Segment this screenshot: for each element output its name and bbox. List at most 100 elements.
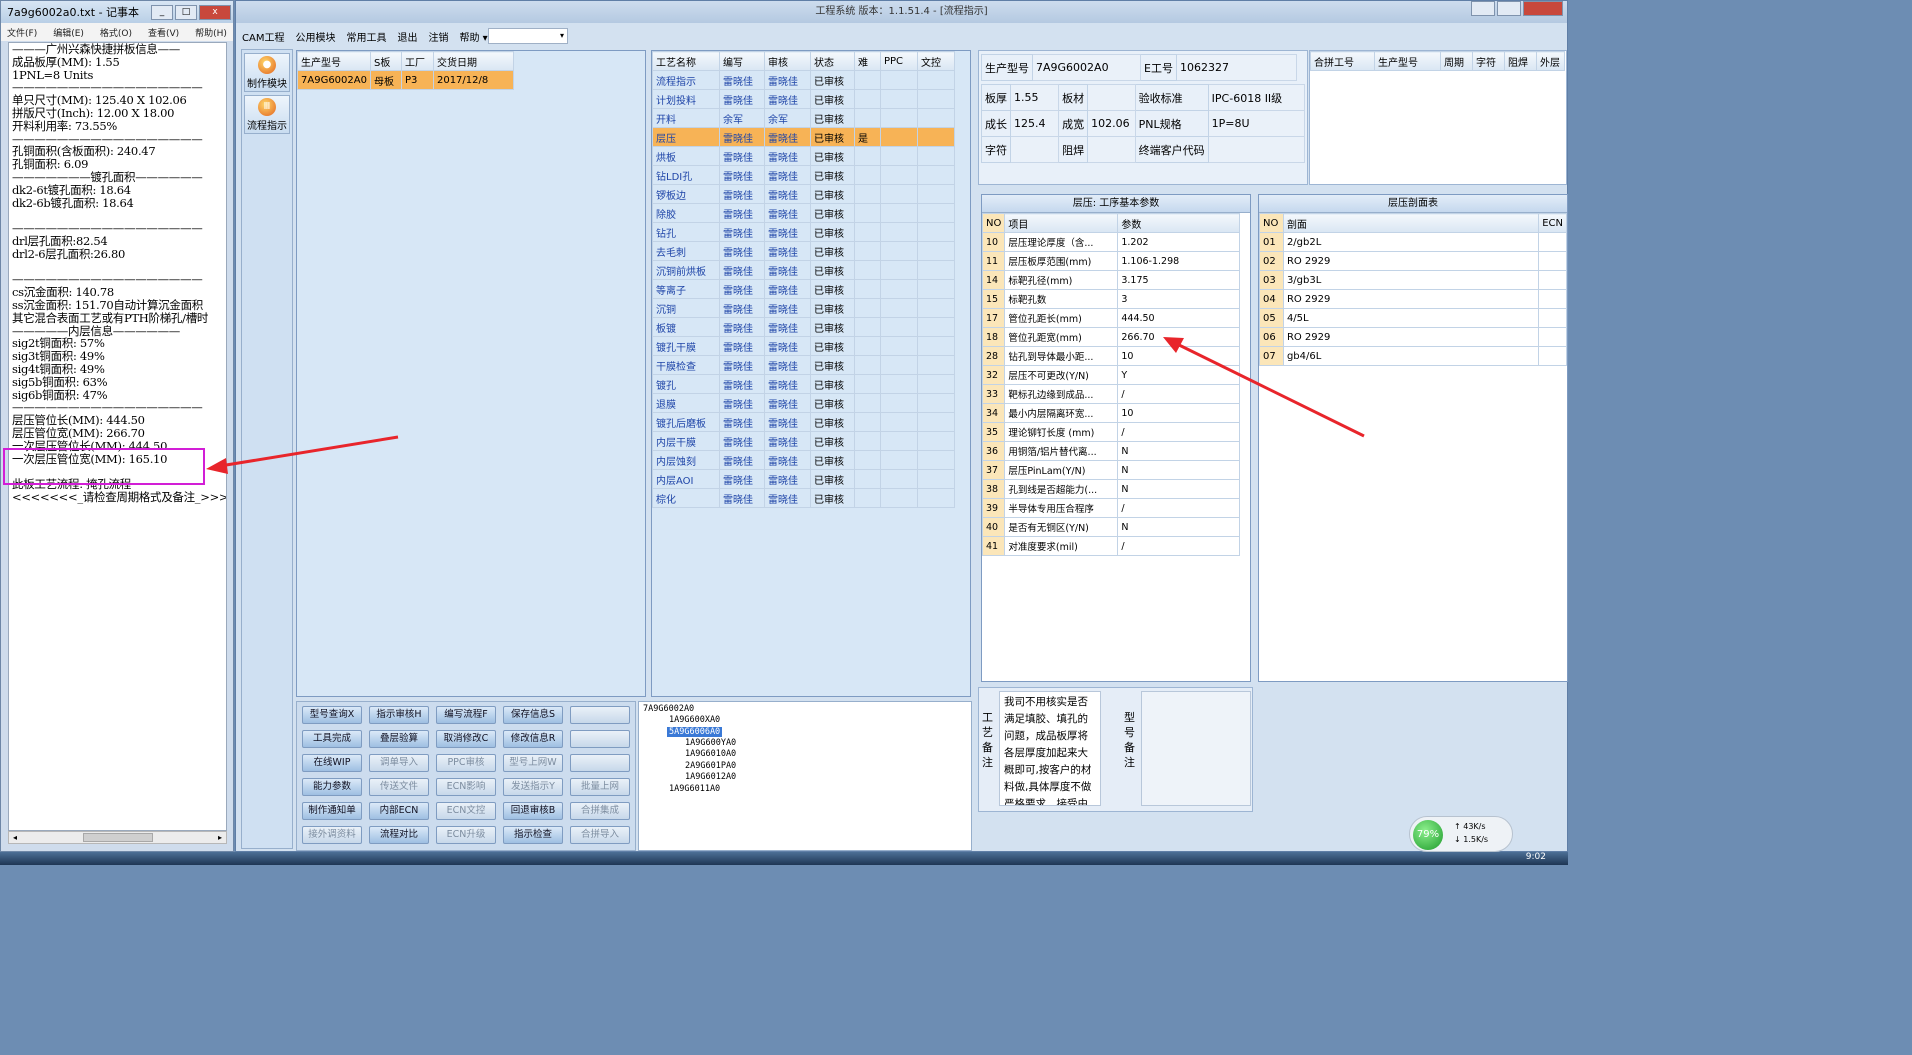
- tree-node-selected[interactable]: 5A9G6006A0: [667, 727, 723, 737]
- network-monitor[interactable]: 79% ↑ 43K/s ↓ 1.5K/s: [1409, 816, 1513, 852]
- table-row[interactable]: 板镀 雷晓佳 雷晓佳 已审核: [652, 317, 955, 337]
- menu-help[interactable]: 帮助 ▾: [459, 29, 487, 44]
- table-row[interactable]: 34 最小内层隔离环宽... 10: [981, 403, 1241, 423]
- col-merge-mask[interactable]: 阻焊: [1504, 51, 1537, 71]
- table-row[interactable]: 内层蚀刻 雷晓佳 雷晓佳 已审核: [652, 450, 955, 470]
- action-button[interactable]: [570, 730, 630, 748]
- action-button[interactable]: ECN影响: [436, 778, 496, 796]
- tree-node[interactable]: 1A9G6012A0: [685, 772, 736, 782]
- model-note-text[interactable]: [1141, 691, 1251, 806]
- table-row[interactable]: 沉铜 雷晓佳 雷晓佳 已审核: [652, 298, 955, 318]
- field-legend[interactable]: [1009, 136, 1060, 163]
- action-button[interactable]: 编写流程F: [436, 706, 496, 724]
- table-row[interactable]: 内层干膜 雷晓佳 雷晓佳 已审核: [652, 431, 955, 451]
- field-pnl-spec[interactable]: 1P=8U: [1207, 110, 1306, 137]
- col-prod-no[interactable]: 生产型号: [297, 51, 371, 71]
- action-button[interactable]: ECN文控: [436, 802, 496, 820]
- action-button[interactable]: 合拼导入: [570, 826, 630, 844]
- action-button[interactable]: 指示审核H: [369, 706, 429, 724]
- action-button[interactable]: 批量上网: [570, 778, 630, 796]
- table-row[interactable]: 干膜检查 雷晓佳 雷晓佳 已审核: [652, 355, 955, 375]
- product-tree[interactable]: 7A9G6002A0 1A9G600XA0 5A9G6006A0 1A9G600…: [638, 701, 972, 851]
- action-button[interactable]: 能力参数: [302, 778, 362, 796]
- table-row[interactable]: 镀孔 雷晓佳 雷晓佳 已审核: [652, 374, 955, 394]
- table-row[interactable]: 14 标靶孔径(mm) 3.175: [981, 270, 1241, 290]
- table-row[interactable]: 棕化 雷晓佳 雷晓佳 已审核: [652, 488, 955, 508]
- table-row[interactable]: 06 RO 2929: [1259, 327, 1567, 347]
- col-s-board[interactable]: S板: [369, 51, 402, 71]
- table-row[interactable]: 沉铜前烘板 雷晓佳 雷晓佳 已审核: [652, 260, 955, 280]
- menu-view[interactable]: 查看(V): [148, 26, 179, 39]
- tree-node[interactable]: 1A9G6011A0: [669, 784, 720, 794]
- col-layer-no[interactable]: NO: [1259, 213, 1284, 233]
- col-param[interactable]: 参数: [1117, 213, 1241, 233]
- table-row[interactable]: 40 是否有无铜区(Y/N) N: [981, 517, 1241, 537]
- table-row[interactable]: 17 管位孔距长(mm) 444.50: [981, 308, 1241, 328]
- app-close-button[interactable]: [1523, 1, 1563, 16]
- tree-node[interactable]: 2A9G601PA0: [685, 761, 736, 771]
- field-material[interactable]: [1087, 84, 1136, 111]
- action-button[interactable]: 传送文件: [369, 778, 429, 796]
- menu-logout[interactable]: 注销: [428, 29, 448, 44]
- action-button[interactable]: 保存信息S: [503, 706, 563, 724]
- toolbar-combo[interactable]: ▾: [488, 28, 568, 44]
- col-delivery-date[interactable]: 交货日期: [432, 51, 514, 71]
- table-row[interactable]: 07 gb4/6L: [1259, 346, 1567, 366]
- col-merge-no[interactable]: 合拼工号: [1310, 51, 1375, 71]
- field-width[interactable]: 102.06: [1087, 110, 1136, 137]
- field-acceptance-std[interactable]: IPC-6018 II级: [1207, 84, 1306, 111]
- sidebar-item-production-module[interactable]: ● 制作模块: [244, 53, 290, 92]
- table-row[interactable]: 18 管位孔距宽(mm) 266.70: [981, 327, 1241, 347]
- action-button[interactable]: 调单导入: [369, 754, 429, 772]
- table-row[interactable]: 7A9G6002A0 母板 P3 2017/12/8: [297, 70, 514, 90]
- action-button[interactable]: 内部ECN: [369, 802, 429, 820]
- field-eng-no[interactable]: 1062327: [1175, 54, 1297, 81]
- col-doc-control[interactable]: 文控: [917, 51, 955, 71]
- action-button[interactable]: 发送指示Y: [503, 778, 563, 796]
- app-minimize-button[interactable]: [1471, 1, 1495, 16]
- table-row[interactable]: 烘板 雷晓佳 雷晓佳 已审核: [652, 146, 955, 166]
- table-row[interactable]: 内层AOI 雷晓佳 雷晓佳 已审核: [652, 469, 955, 489]
- col-item[interactable]: 项目: [1004, 213, 1119, 233]
- action-button[interactable]: 叠层验算: [369, 730, 429, 748]
- table-row[interactable]: 流程指示 雷晓佳 雷晓佳 已审核: [652, 70, 955, 90]
- action-button[interactable]: [570, 754, 630, 772]
- menu-exit[interactable]: 退出: [397, 29, 417, 44]
- action-button[interactable]: 型号上网W: [503, 754, 563, 772]
- action-button[interactable]: 指示检查: [503, 826, 563, 844]
- table-row[interactable]: 35 理论铆钉长度 (mm) /: [981, 422, 1241, 442]
- app-maximize-button[interactable]: [1497, 1, 1521, 16]
- table-row[interactable]: 02 RO 2929: [1259, 251, 1567, 271]
- col-reviewer[interactable]: 审核: [764, 51, 811, 71]
- action-button[interactable]: 型号查询X: [302, 706, 362, 724]
- notepad-text-area[interactable]: ———广州兴森快捷拼板信息—— 成品板厚(MM): 1.55 1PNL=8 Unit…: [8, 42, 227, 831]
- table-row[interactable]: 等离子 雷晓佳 雷晓佳 已审核: [652, 279, 955, 299]
- table-row[interactable]: 33 靶标孔边缘到成品... /: [981, 384, 1241, 404]
- field-thickness[interactable]: 1.55: [1009, 84, 1060, 111]
- field-length[interactable]: 125.4: [1009, 110, 1060, 137]
- table-row[interactable]: 除胶 雷晓佳 雷晓佳 已审核: [652, 203, 955, 223]
- menu-cam[interactable]: CAM工程: [242, 29, 284, 44]
- col-ppc[interactable]: PPC: [880, 51, 918, 71]
- col-profile[interactable]: 剖面: [1282, 213, 1540, 233]
- action-button[interactable]: 修改信息R: [503, 730, 563, 748]
- table-row[interactable]: 锣板边 雷晓佳 雷晓佳 已审核: [652, 184, 955, 204]
- table-row[interactable]: 15 标靶孔数 3: [981, 289, 1241, 309]
- table-row[interactable]: 01 2/gb2L: [1259, 232, 1567, 252]
- table-row[interactable]: 36 用铜箔/铝片替代离... N: [981, 441, 1241, 461]
- col-writer[interactable]: 编写: [719, 51, 765, 71]
- col-merge-legend[interactable]: 字符: [1472, 51, 1505, 71]
- menu-file[interactable]: 文件(F): [7, 26, 37, 39]
- field-prod-no[interactable]: 7A9G6002A0: [1032, 54, 1141, 81]
- action-button[interactable]: PPC审核: [436, 754, 496, 772]
- minimize-button[interactable]: _: [151, 4, 173, 20]
- action-button[interactable]: [570, 706, 630, 724]
- menu-format[interactable]: 格式(O): [100, 26, 132, 39]
- table-row[interactable]: 38 孔到线是否超能力(... N: [981, 479, 1241, 499]
- table-row[interactable]: 镀孔干膜 雷晓佳 雷晓佳 已审核: [652, 336, 955, 356]
- tree-node[interactable]: 1A9G600YA0: [685, 738, 736, 748]
- col-merge-prod-no[interactable]: 生产型号: [1374, 51, 1441, 71]
- table-row[interactable]: 镀孔后磨板 雷晓佳 雷晓佳 已审核: [652, 412, 955, 432]
- field-solder-mask[interactable]: [1087, 136, 1136, 163]
- col-no[interactable]: NO: [981, 213, 1006, 233]
